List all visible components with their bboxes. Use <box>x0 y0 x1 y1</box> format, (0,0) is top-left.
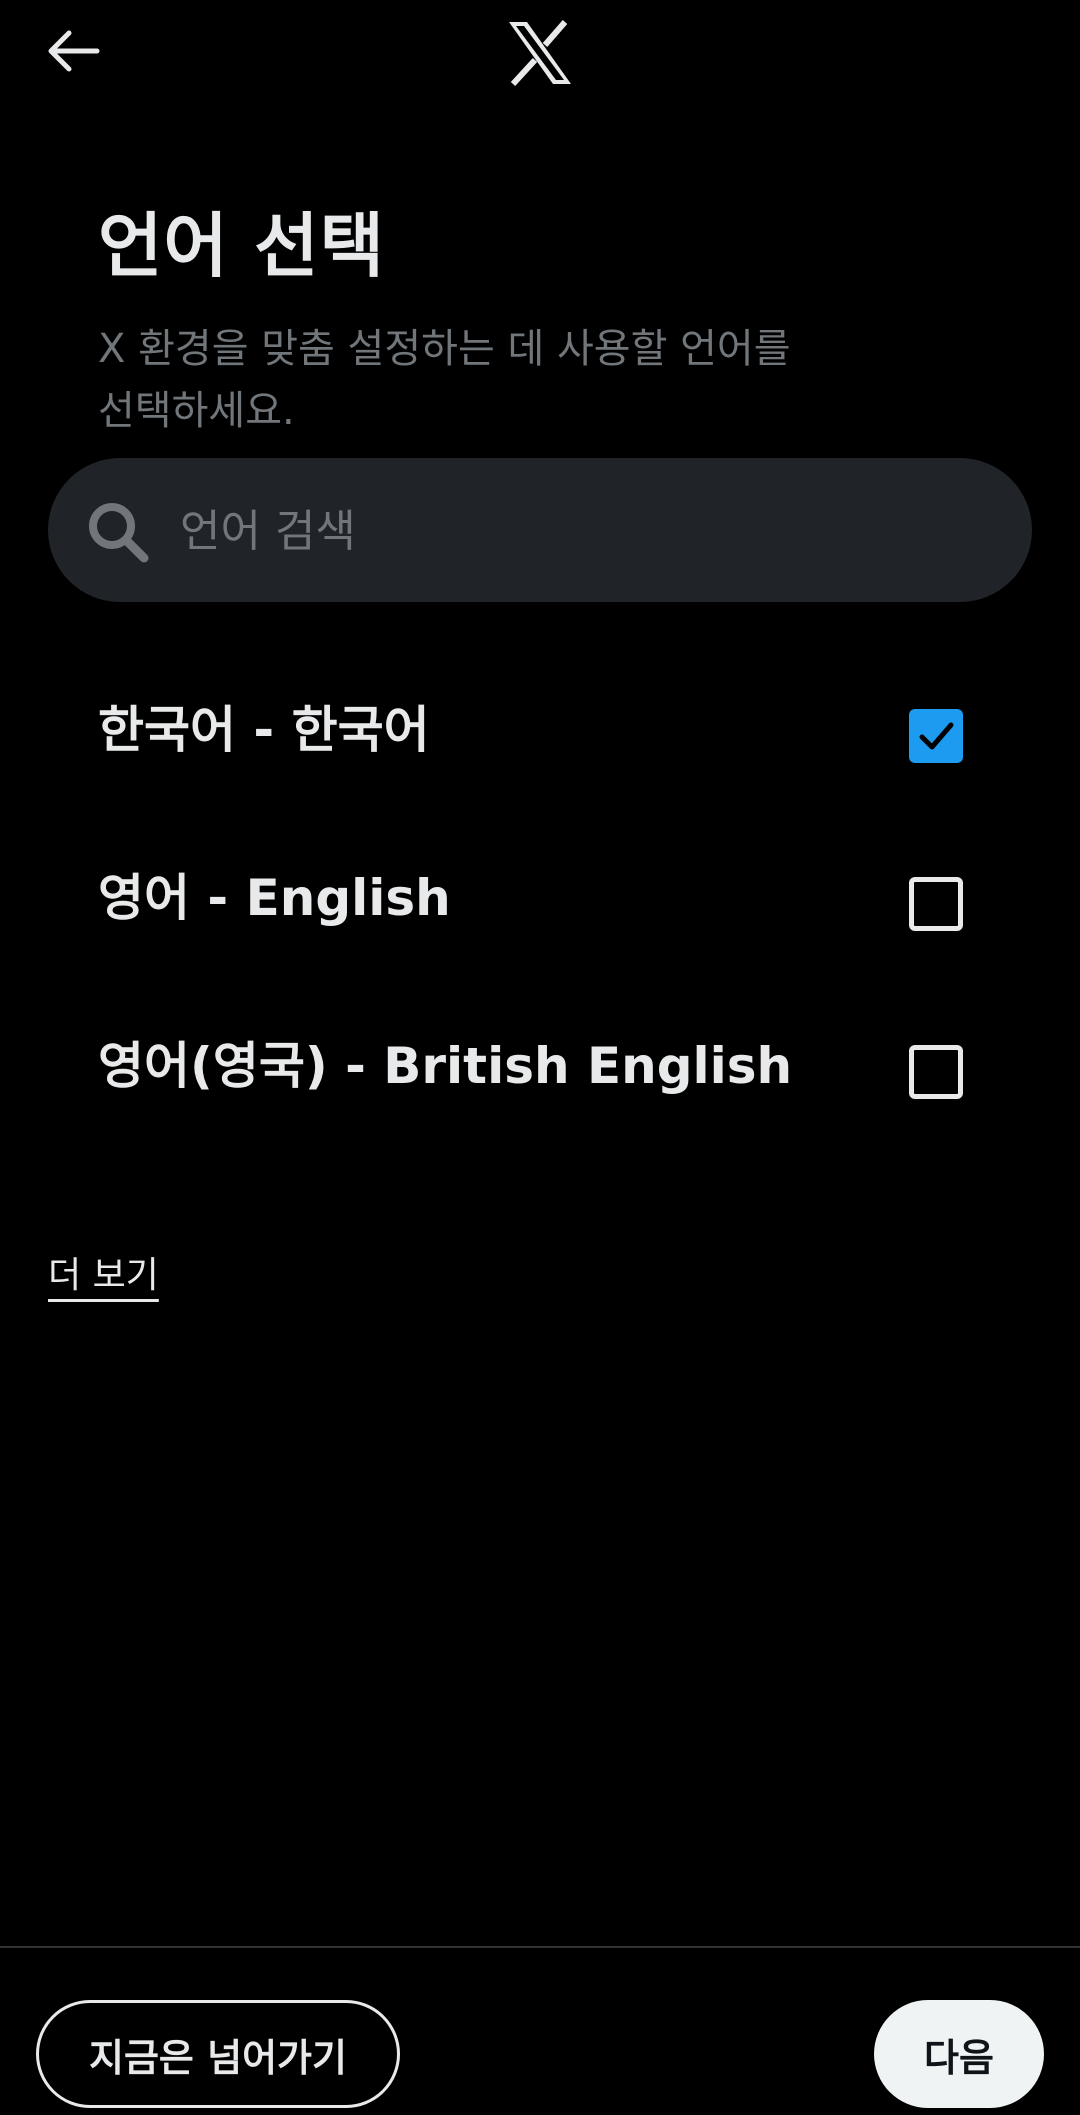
next-button[interactable]: 다음 <box>874 2000 1044 2108</box>
footer-divider <box>0 1946 1080 1948</box>
page-subtitle: X 환경을 맞춤 설정하는 데 사용할 언어를 선택하세요. <box>98 326 791 434</box>
search-icon <box>86 500 150 564</box>
top-bar <box>0 0 1080 110</box>
search-input[interactable] <box>178 488 982 574</box>
checkbox-unchecked[interactable] <box>909 877 963 931</box>
language-option-british-english[interactable]: 영어(영국) - British English <box>0 986 1080 1154</box>
back-button[interactable] <box>38 22 108 84</box>
show-more-link[interactable]: 더 보기 <box>48 1246 159 1298</box>
language-label: 영어(영국) - British English <box>98 1037 793 1095</box>
x-logo-icon <box>505 18 575 88</box>
skip-button[interactable]: 지금은 넘어가기 <box>36 2000 400 2108</box>
checkmark-icon <box>919 722 954 750</box>
language-option-english[interactable]: 영어 - English <box>0 818 1080 986</box>
language-option-korean[interactable]: 한국어 - 한국어 <box>0 650 1080 818</box>
arrow-left-icon <box>45 29 101 77</box>
page-title: 언어 선택 <box>98 205 385 287</box>
language-label: 한국어 - 한국어 <box>98 701 430 759</box>
language-label: 영어 - English <box>98 869 451 927</box>
checkbox-checked[interactable] <box>909 709 963 763</box>
checkbox-unchecked[interactable] <box>909 1045 963 1099</box>
search-bar[interactable] <box>48 458 1032 602</box>
